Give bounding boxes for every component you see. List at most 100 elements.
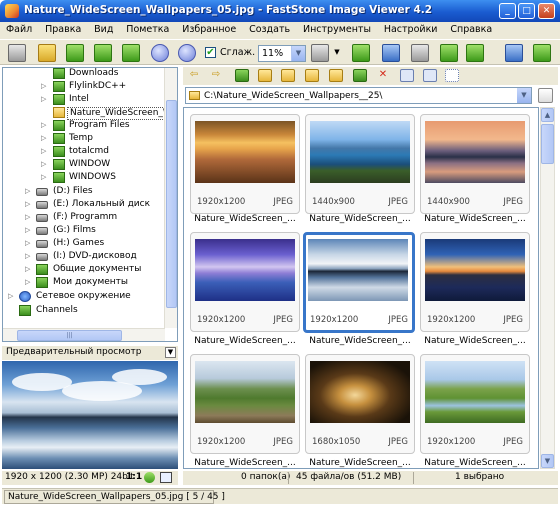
hand-tool-icon[interactable] xyxy=(311,44,329,62)
thumbnail-filename[interactable]: Nature_WideScreen_... xyxy=(304,458,416,468)
expand-arrow-icon[interactable]: ▷ xyxy=(25,187,33,195)
expand-arrow-icon[interactable]: ▷ xyxy=(41,82,49,90)
thumbnail-image[interactable] xyxy=(308,239,408,301)
expand-arrow-icon[interactable]: ▷ xyxy=(25,200,33,208)
tree-horizontal-scrollbar[interactable]: ||| xyxy=(3,328,165,341)
browse-icon[interactable] xyxy=(8,44,26,62)
copy-to-icon[interactable] xyxy=(352,44,370,62)
fullscreen-icon[interactable] xyxy=(533,44,551,62)
path-combobox[interactable]: C:\Nature_WideScreen_Wallpapers__25\ ▼ xyxy=(185,87,532,104)
menu-file[interactable]: Файл xyxy=(2,22,36,35)
thumbnail-grid[interactable]: 1920x1200 JPEG Nature_WideScreen_... 144… xyxy=(183,107,539,469)
compare-icon[interactable] xyxy=(411,44,429,62)
chevron-down-icon[interactable]: ▼ xyxy=(517,88,531,103)
close-button[interactable]: ✕ xyxy=(538,3,555,19)
delete-icon[interactable]: ✕ xyxy=(376,69,390,82)
thumbnail-image[interactable] xyxy=(310,121,410,183)
thumbnail-image[interactable] xyxy=(425,239,525,301)
details-view-icon[interactable] xyxy=(423,69,437,82)
favorite-folder-icon[interactable] xyxy=(66,44,84,62)
hand-tool-chevron-icon[interactable]: ▼ xyxy=(330,46,344,59)
thumbnail-image[interactable] xyxy=(195,121,295,183)
thumbnail-filename[interactable]: Nature_WideScreen_... xyxy=(304,214,416,224)
forward-folder-icon[interactable] xyxy=(122,44,140,62)
open-folder-icon[interactable] xyxy=(38,44,56,62)
app-icon[interactable] xyxy=(5,4,19,18)
preview-toggle-button[interactable]: ▼ xyxy=(165,347,176,358)
thumbnail-image[interactable] xyxy=(425,361,525,423)
scroll-thumb[interactable] xyxy=(166,100,177,308)
maximize-button[interactable]: □ xyxy=(518,3,535,19)
thumbnail-item[interactable]: 1680x1050 JPEG xyxy=(305,354,415,454)
rotate-left-icon[interactable] xyxy=(440,44,458,62)
grid-vertical-scrollbar[interactable]: ▲ ▼ xyxy=(540,107,555,469)
expand-arrow-icon[interactable]: ▷ xyxy=(41,121,49,129)
thumbnail-item[interactable]: 1920x1200 JPEG xyxy=(190,114,300,214)
thumbnail-filename[interactable]: Nature_WideScreen_... xyxy=(189,214,301,224)
zoom-select[interactable]: 11% ▼ xyxy=(258,45,306,62)
thumbnail-filename[interactable]: Nature_WideScreen_... xyxy=(304,336,416,346)
menu-settings[interactable]: Настройки xyxy=(380,22,442,35)
expand-arrow-icon[interactable]: ▷ xyxy=(41,95,49,103)
expand-arrow-icon[interactable]: ▷ xyxy=(8,292,16,300)
expand-arrow-icon[interactable]: ▷ xyxy=(41,147,49,155)
menu-tools[interactable]: Инструменты xyxy=(299,22,375,35)
expand-arrow-icon[interactable]: ▷ xyxy=(25,226,33,234)
forward-arrow-icon[interactable]: ⇨ xyxy=(209,69,223,82)
expand-arrow-icon[interactable]: ▷ xyxy=(41,160,49,168)
thumbnail-filename[interactable]: Nature_WideScreen_... xyxy=(419,458,531,468)
thumbnail-image[interactable] xyxy=(310,361,410,423)
back-arrow-icon[interactable]: ⇦ xyxy=(187,69,201,82)
scroll-up-icon[interactable]: ▲ xyxy=(541,108,554,122)
thumbs-view-icon[interactable] xyxy=(400,69,414,82)
expand-arrow-icon[interactable]: ▷ xyxy=(41,173,49,181)
menu-create[interactable]: Создать xyxy=(245,22,294,35)
thumbnail-filename[interactable]: Nature_WideScreen_... xyxy=(419,336,531,346)
thumbnail-item[interactable]: 1920x1200 JPEG xyxy=(190,354,300,454)
smooth-checkbox[interactable]: ✔ xyxy=(205,47,216,58)
thumbnail-image[interactable] xyxy=(195,239,295,301)
tree-vertical-scrollbar[interactable] xyxy=(164,68,177,328)
thumbnail-item[interactable]: 1920x1200 JPEG xyxy=(190,232,300,332)
folder-tree[interactable]: Downloads ▷ FlylinkDC++ ▷ Intel Nature_W… xyxy=(2,67,178,342)
ratio-label[interactable]: 1:1 xyxy=(126,472,142,482)
menu-view[interactable]: Вид xyxy=(90,22,117,35)
thumbnail-filename[interactable]: Nature_WideScreen_... xyxy=(189,336,301,346)
refresh-folder-icon[interactable] xyxy=(281,69,295,82)
thumbnail-image[interactable] xyxy=(195,361,295,423)
up-folder-icon[interactable] xyxy=(235,69,249,82)
chevron-down-icon[interactable]: ▼ xyxy=(291,46,305,61)
menu-favorites[interactable]: Избранное xyxy=(178,22,240,35)
expand-arrow-icon[interactable]: ▷ xyxy=(25,265,33,273)
expand-arrow-icon[interactable]: ▷ xyxy=(25,252,33,260)
expand-arrow-icon[interactable]: ▷ xyxy=(41,134,49,142)
thumbnail-filename[interactable]: Nature_WideScreen_... xyxy=(189,458,301,468)
back-folder-icon[interactable] xyxy=(94,44,112,62)
copy-folder-icon[interactable] xyxy=(305,69,319,82)
thumbnail-item[interactable]: 1920x1200 JPEG xyxy=(420,232,530,332)
thumbnail-filename[interactable]: Nature_WideScreen_... xyxy=(419,214,531,224)
browse-path-button[interactable] xyxy=(538,88,553,103)
thumbnail-item[interactable]: 1920x1200 JPEG xyxy=(420,354,530,454)
select-all-icon[interactable] xyxy=(353,69,367,82)
tree-item-nature-selected[interactable]: Nature_WideScreen_W xyxy=(3,107,175,120)
menu-help[interactable]: Справка xyxy=(446,22,496,35)
fullscreen-small-icon[interactable] xyxy=(160,472,172,483)
rotate-right-icon[interactable] xyxy=(466,44,484,62)
thumbnail-image[interactable] xyxy=(425,121,525,183)
fit-icon[interactable] xyxy=(144,472,155,483)
minimize-button[interactable]: _ xyxy=(499,3,516,19)
scroll-thumb[interactable]: ||| xyxy=(17,330,122,341)
zoom-out-icon[interactable] xyxy=(178,44,196,62)
zoom-in-icon[interactable] xyxy=(151,44,169,62)
expand-arrow-icon[interactable]: ▷ xyxy=(25,239,33,247)
scroll-down-icon[interactable]: ▼ xyxy=(541,454,554,468)
scroll-thumb[interactable] xyxy=(541,124,554,164)
new-folder-icon[interactable] xyxy=(258,69,272,82)
expand-arrow-icon[interactable]: ▷ xyxy=(25,213,33,221)
thumbnail-item-selected[interactable]: 1920x1200 JPEG xyxy=(303,232,415,333)
thumbnail-view-icon[interactable] xyxy=(505,44,523,62)
move-folder-icon[interactable] xyxy=(329,69,343,82)
expand-arrow-icon[interactable]: ▷ xyxy=(25,278,33,286)
thumbnail-item[interactable]: 1440x900 JPEG xyxy=(420,114,530,214)
